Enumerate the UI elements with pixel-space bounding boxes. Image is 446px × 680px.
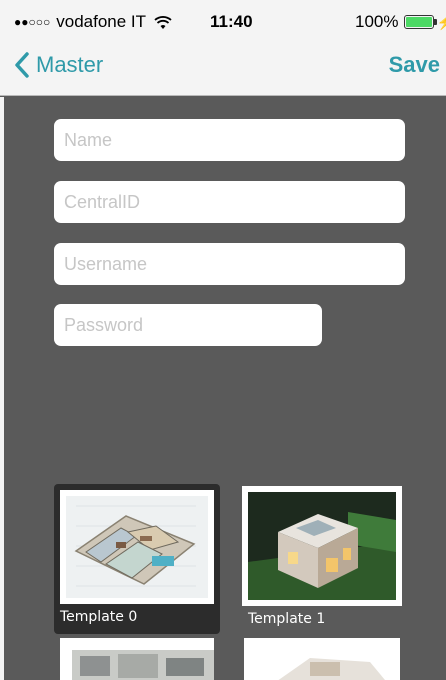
name-field[interactable] xyxy=(54,119,405,161)
battery-icon xyxy=(404,15,438,29)
carrier-name: vodafone IT xyxy=(56,12,147,31)
signal-strength-icon: ●●○○○ xyxy=(14,15,51,29)
template-item-3[interactable] xyxy=(244,638,400,680)
back-button[interactable]: Master xyxy=(14,52,103,78)
template-item-2[interactable] xyxy=(60,638,214,680)
back-label: Master xyxy=(36,52,104,77)
username-field[interactable] xyxy=(54,243,405,285)
template-item-1[interactable]: Template 1 xyxy=(242,486,402,636)
left-edge-strip xyxy=(0,97,4,680)
status-bar: ●●○○○ vodafone IT 11:40 100% ⚡ xyxy=(0,0,446,42)
floor-plan-image xyxy=(66,644,214,680)
floor-plan-image xyxy=(66,496,208,598)
chevron-left-icon xyxy=(15,52,29,78)
charging-icon: ⚡ xyxy=(436,13,446,30)
floor-plan-image xyxy=(250,644,400,680)
save-button[interactable]: Save xyxy=(389,52,440,78)
status-time: 11:40 xyxy=(210,12,253,31)
battery-percent: 100% xyxy=(355,12,399,31)
template-item-0[interactable]: Template 0 xyxy=(54,484,220,634)
status-right: 100% ⚡ xyxy=(355,12,446,32)
central-id-field[interactable] xyxy=(54,181,405,223)
status-left: ●●○○○ vodafone IT xyxy=(14,12,172,32)
template-label: Template 1 xyxy=(248,611,326,627)
password-field[interactable] xyxy=(54,304,322,346)
wifi-icon xyxy=(154,16,172,29)
template-label: Template 0 xyxy=(60,609,138,625)
house-render-image xyxy=(248,492,396,600)
navigation-bar: Master Save xyxy=(0,42,446,96)
